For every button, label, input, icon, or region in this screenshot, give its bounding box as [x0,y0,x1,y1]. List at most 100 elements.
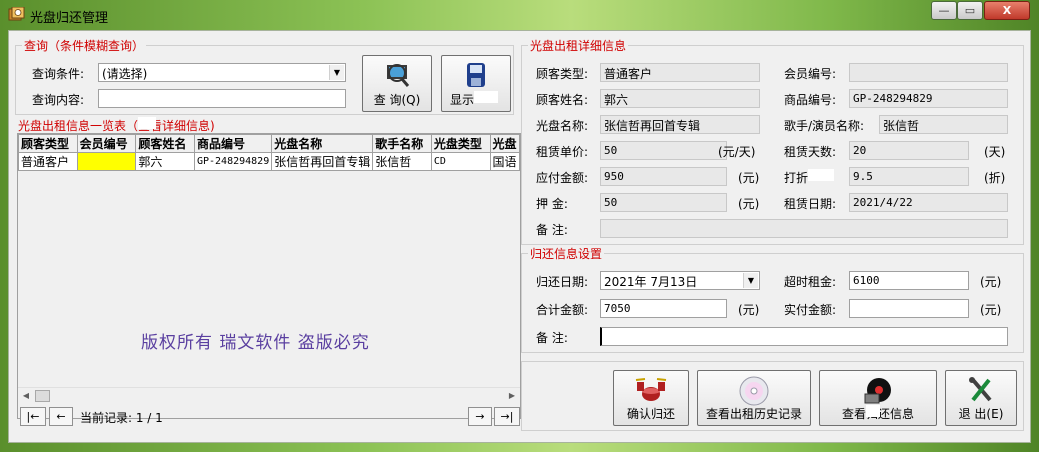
condition-value: (请选择) [102,67,148,81]
vinyl-record-icon [864,378,891,404]
return-date-label: 归还日期: [536,275,589,289]
copyright-watermark: 版权所有 瑞文软件 盗版必究 [141,333,370,353]
return-group-title: 归还信息设置 [528,245,605,262]
total-unit: (元) [738,303,760,317]
overdue-unit: (元) [980,275,1002,289]
rent-date-label: 租赁日期: [784,197,837,211]
table-cell[interactable]: CD [430,152,491,171]
discount-unit: (折) [984,171,1006,185]
title-bar: 光盘归还管理 — ▭ X [0,0,1039,30]
nav-next-button[interactable]: → [468,407,492,426]
product-no-field[interactable]: GP-248294829 [849,89,1008,108]
deposit-label: 押 金: [536,197,568,211]
window-client: 查询（条件模糊查询） 查询条件: (请选择) ▼ 查询内容: 查 询(Q) 显示… [8,30,1031,443]
table-cell[interactable]: 郭六 [135,152,195,171]
col-header[interactable]: 顾客类型 [18,134,78,153]
maximize-button[interactable]: ▭ [957,1,983,20]
actual-unit: (元) [980,303,1002,317]
days-field[interactable]: 20 [849,141,969,160]
confirm-return-label: 确认归还 [626,407,675,421]
horizontal-scrollbar[interactable]: ◀ ▶ [18,387,520,404]
table-cell[interactable]: 国语 [489,152,520,171]
action-panel: 确认归还 查看出租历史记录 查看 归还信息 退 出(E) [521,361,1024,431]
return-remark-label: 备 注: [536,331,568,345]
col-header[interactable]: 商品编号 [193,134,273,153]
days-unit: (天) [984,145,1006,159]
payable-field[interactable]: 950 [600,167,727,186]
show-button[interactable]: 显示 [441,55,511,112]
table-cell[interactable]: GP-248294829 [193,152,273,171]
view-return-info-button[interactable]: 查看 归还信息 [819,370,937,426]
col-header[interactable]: 光盘类型 [430,134,491,153]
content-label: 查询内容: [32,93,85,107]
actual-label: 实付金额: [784,303,837,317]
deposit-field[interactable]: 50 [600,193,727,212]
member-no-label: 会员编号: [784,67,837,81]
disc-app-icon [8,7,25,21]
col-header[interactable]: 光盘名称 [271,134,374,153]
col-header[interactable]: 顾客姓名 [135,134,195,153]
nav-first-button[interactable]: |← [20,407,46,426]
total-label: 合计金额: [536,303,589,317]
search-button[interactable]: 查 询(Q) [362,55,432,112]
return-date-value: 2021年 7月13日 [604,275,698,289]
record-navigator: |← ← 当前记录: 1 / 1 → →| [18,407,520,427]
discount-field[interactable]: 9.5 [849,167,969,186]
chevron-down-icon[interactable]: ▼ [329,65,344,80]
search-button-label: 查 询(Q) [373,93,421,107]
actual-field[interactable] [849,299,969,318]
table-cell[interactable]: 普通客户 [18,152,78,171]
close-button[interactable]: X [984,1,1030,20]
scroll-right-icon[interactable]: ▶ [504,388,520,404]
window-title: 光盘归还管理 [30,11,109,26]
overdue-field[interactable]: 6100 [849,271,969,290]
col-header[interactable]: 光盘 [489,134,520,153]
table-row[interactable]: 普通客户 郭六 GP-248294829 张信哲再回首专辑 张信哲 CD 国语 [18,152,520,171]
col-header[interactable]: 会员编号 [76,134,137,153]
floppy-disk-icon [467,63,485,87]
rental-history-label: 查看出租历史记录 [705,407,802,421]
disc-name-field[interactable]: 张信哲再回首专辑 [600,115,760,134]
col-header[interactable]: 歌手名称 [372,134,432,153]
table-cell[interactable]: 张信哲 [372,152,432,171]
table-cell[interactable]: 张信哲再回首专辑 [271,152,374,171]
discount-label: 打折 [784,169,835,186]
rent-date-field[interactable]: 2021/4/22 [849,193,1008,212]
condition-select[interactable]: (请选择) ▼ [98,63,346,82]
rental-history-button[interactable]: 查看出租历史记录 [697,370,811,426]
query-content-input[interactable] [98,89,346,108]
confirm-return-button[interactable]: 确认归还 [613,370,689,426]
customer-name-field[interactable]: 郭六 [600,89,760,108]
singer-field[interactable]: 张信哲 [879,115,1008,134]
days-label: 租赁天数: [784,145,837,159]
detail-remark-field[interactable] [600,219,1008,238]
close-icon: X [1002,4,1012,17]
payable-label: 应付金额: [536,171,589,185]
scroll-thumb[interactable] [35,390,50,402]
detail-remark-label: 备 注: [536,223,568,237]
scroll-left-icon[interactable]: ◀ [18,388,34,404]
table-header-row: 顾客类型 会员编号 顾客姓名 商品编号 光盘名称 歌手名称 光盘类型 光盘 [18,134,520,153]
table-cell-selected[interactable] [76,152,137,171]
customer-type-label: 顾客类型: [536,67,589,81]
return-remark-input[interactable] [600,327,1008,346]
maximize-icon: ▭ [964,4,976,17]
total-field[interactable]: 7050 [600,299,727,318]
nav-prev-button[interactable]: ← [49,407,73,426]
chevron-down-icon[interactable]: ▼ [743,273,758,288]
query-group-title: 查询（条件模糊查询） [22,37,147,54]
nav-last-button[interactable]: →| [494,407,520,426]
customer-type-field[interactable]: 普通客户 [600,63,760,82]
unit-price-field[interactable]: 50 [600,141,727,160]
show-button-label: 显示 [442,91,510,108]
exit-button[interactable]: 退 出(E) [945,370,1017,426]
condition-label: 查询条件: [32,67,85,81]
unit-price-label: 租赁单价: [536,145,589,159]
unit-price-unit: (元/天) [718,145,756,159]
minimize-button[interactable]: — [931,1,957,20]
drum-kit-icon [635,378,667,401]
member-no-field[interactable] [849,63,1008,82]
return-date-picker[interactable]: 2021年 7月13日 ▼ [600,271,760,290]
rental-grid[interactable]: 顾客类型 会员编号 顾客姓名 商品编号 光盘名称 歌手名称 光盘类型 光盘 普通… [17,133,521,419]
return-group: 归还信息设置 归还日期: 2021年 7月13日 ▼ 超时租金: 6100 (元… [521,245,1024,353]
